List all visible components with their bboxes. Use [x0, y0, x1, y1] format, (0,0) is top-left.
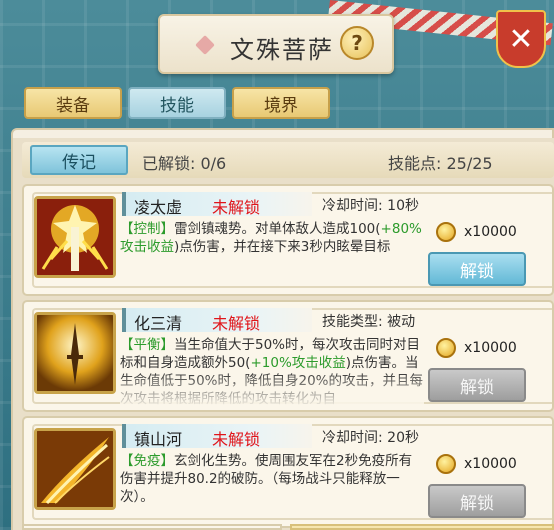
- unlock-cost: x10000: [464, 340, 517, 356]
- skill-desc-part: 雷剑镇魂势。对单体敌人造成100(: [174, 221, 381, 237]
- biography-button[interactable]: 传记: [30, 145, 128, 175]
- skill-tag: 【控制】: [120, 221, 174, 237]
- diamond-ornament-icon: [195, 35, 215, 55]
- skill-desc-part: )点伤害，并在接下来3秒内眩晕目标: [174, 239, 391, 255]
- gold-coin-icon: [436, 454, 456, 474]
- gold-coin-icon: [436, 222, 456, 242]
- close-button[interactable]: ✕: [496, 10, 546, 68]
- skill-status: 未解锁: [212, 314, 261, 333]
- skill-status: 未解锁: [212, 198, 261, 217]
- golden-feather-blade-icon: [34, 428, 116, 510]
- skill-card: 凌太虚 未解锁 冷却时间: 10秒 【控制】雷剑镇魂势。对单体敌人造成100(+…: [22, 184, 554, 296]
- unlock-cost: x10000: [464, 456, 517, 472]
- lightning-sword-icon: [34, 196, 116, 278]
- skill-description: 【免疫】玄剑化生势。使周围友军在2秒免疫所有伤害并提升80.2的破防。（每场战斗…: [120, 452, 424, 506]
- unlocked-count: 已解锁: 0/6: [142, 154, 227, 173]
- help-button[interactable]: ?: [340, 26, 374, 60]
- page-title: 文殊菩萨: [230, 36, 334, 64]
- unlock-button[interactable]: 解锁: [428, 368, 526, 402]
- skill-cooldown: 冷却时间: 20秒: [322, 430, 419, 446]
- next-card-edge: [290, 524, 554, 530]
- tab-skills[interactable]: 技能: [128, 87, 226, 119]
- skill-points: 技能点: 25/25: [388, 154, 493, 173]
- gold-coin-icon: [436, 338, 456, 358]
- golden-dagger-icon: [34, 312, 116, 394]
- skill-name: 凌太虚: [134, 198, 183, 217]
- skill-name: 镇山河: [134, 430, 183, 449]
- description-fade: [120, 372, 424, 408]
- skill-card: 化三清 未解锁 技能类型: 被动 【平衡】当生命值大于50%时，每次攻击同时对目…: [22, 300, 554, 412]
- unlock-cost: x10000: [464, 224, 517, 240]
- skill-card: 镇山河 未解锁 冷却时间: 20秒 【免疫】玄剑化生势。使周围友军在2秒免疫所有…: [22, 416, 554, 528]
- unlock-button[interactable]: 解锁: [428, 484, 526, 518]
- tab-realm[interactable]: 境界: [232, 87, 330, 119]
- skill-status: 未解锁: [212, 430, 261, 449]
- skill-description: 【控制】雷剑镇魂势。对单体敌人造成100(+80%攻击收益)点伤害，并在接下来3…: [120, 220, 424, 256]
- skill-desc-bonus: +10%攻击收益: [250, 355, 346, 371]
- skill-tag: 【免疫】: [120, 453, 174, 469]
- unlock-button[interactable]: 解锁: [428, 252, 526, 286]
- skill-tag: 【平衡】: [120, 337, 174, 353]
- next-card-edge: [22, 524, 282, 530]
- tab-equipment[interactable]: 装备: [24, 87, 122, 119]
- skill-type: 技能类型: 被动: [322, 314, 416, 330]
- skill-cooldown: 冷却时间: 10秒: [322, 198, 419, 214]
- skill-name: 化三清: [134, 314, 183, 333]
